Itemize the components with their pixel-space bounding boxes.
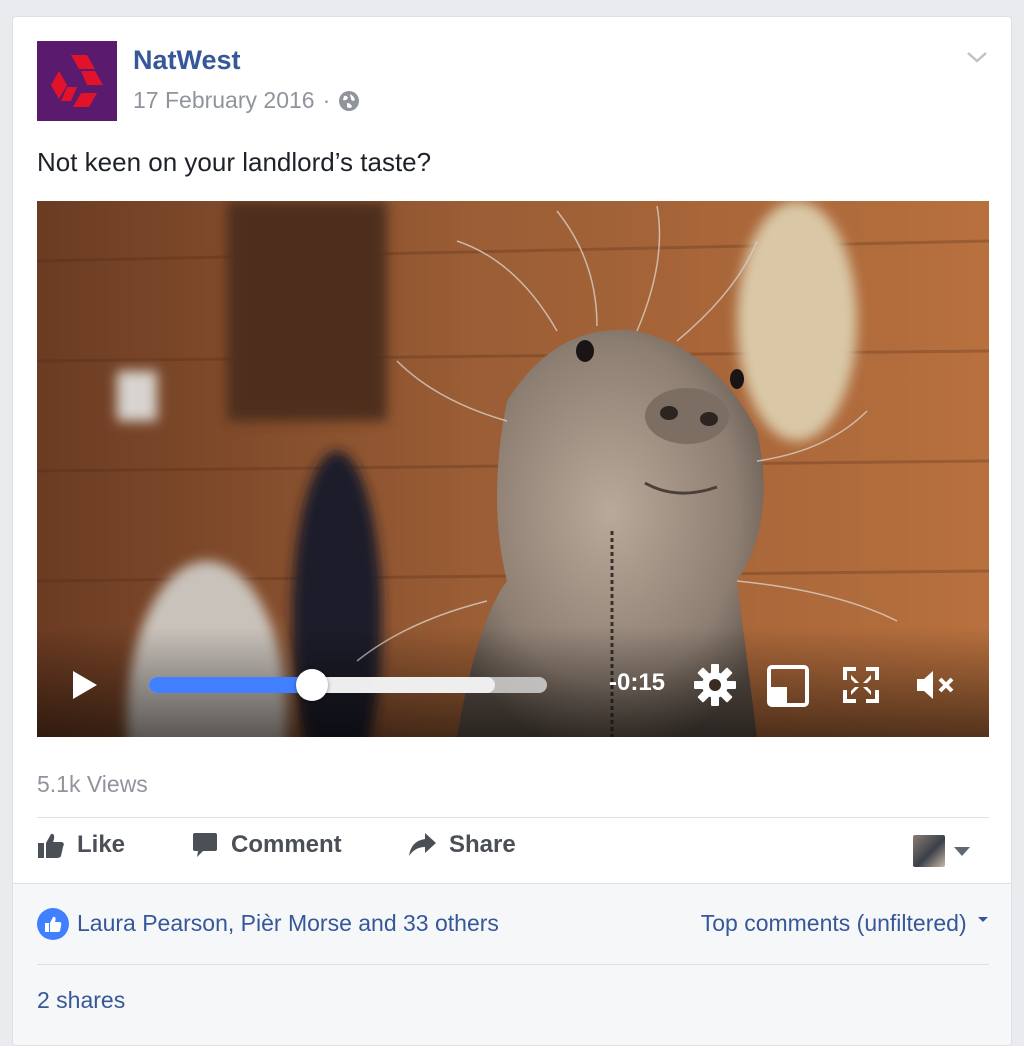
speech-bubble-icon [193, 833, 217, 857]
globe-icon[interactable] [338, 90, 360, 112]
post-text: Not keen on your landlord’s taste? [37, 147, 432, 177]
fullscreen-icon[interactable] [843, 667, 879, 703]
time-remaining: -0:15 [609, 669, 666, 696]
page-name-link[interactable]: NatWest [133, 45, 241, 76]
thumbs-up-icon [38, 833, 64, 858]
like-button[interactable]: Like [37, 831, 125, 859]
post-date[interactable]: 17 February 2016 [133, 87, 315, 114]
share-arrow-icon [409, 833, 436, 856]
reactions-summary[interactable]: Laura Pearson, Pièr Morse and 33 others [77, 910, 499, 937]
like-reaction-icon [37, 908, 69, 940]
video-player[interactable]: -0:15 [37, 201, 989, 737]
meta-separator: · [322, 87, 331, 113]
footer-divider [37, 964, 989, 965]
pip-icon[interactable] [767, 665, 809, 707]
post-footer: Laura Pearson, Pièr Morse and 33 others … [13, 883, 1011, 1045]
natwest-logo [51, 55, 103, 107]
actions-divider [37, 817, 989, 818]
like-label: Like [77, 831, 126, 858]
view-count: 5.1k Views [37, 771, 148, 797]
post-as-avatar[interactable] [913, 835, 945, 867]
comment-button[interactable]: Comment [191, 831, 342, 859]
progress-scrubber-handle[interactable] [296, 669, 329, 701]
play-icon[interactable] [71, 669, 99, 701]
page-avatar[interactable] [37, 41, 117, 121]
gear-icon[interactable] [693, 663, 737, 707]
caret-down-icon[interactable] [953, 846, 971, 858]
comment-label: Comment [231, 831, 342, 858]
post-meta: 17 February 2016 · [133, 87, 360, 114]
post-options-chevron-icon[interactable] [965, 45, 989, 69]
share-button[interactable]: Share [407, 831, 516, 859]
share-label: Share [449, 831, 516, 858]
comment-filter-label: Top comments (unfiltered) [700, 910, 967, 936]
post-card: NatWest 17 February 2016 · Not keen on y… [12, 16, 1012, 1046]
caret-down-small-icon [978, 917, 988, 922]
video-progress-bar[interactable] [149, 669, 547, 701]
shares-count-link[interactable]: 2 shares [37, 987, 125, 1014]
progress-played [149, 677, 313, 693]
comment-filter-dropdown[interactable]: Top comments (unfiltered) [701, 910, 989, 937]
mute-icon[interactable] [915, 669, 955, 701]
